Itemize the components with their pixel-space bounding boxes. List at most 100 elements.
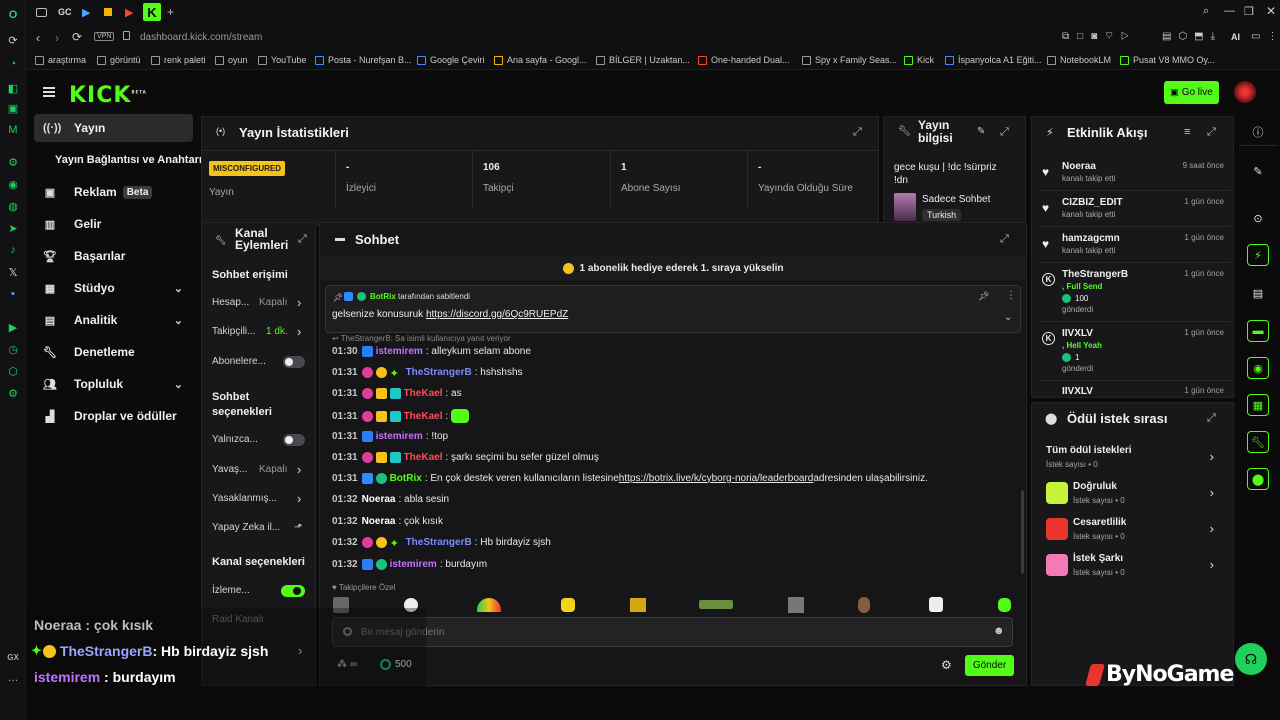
sidebar-item-reklam[interactable]: ▣ Reklam Beta bbox=[34, 178, 193, 206]
emote-only-toggle[interactable] bbox=[283, 434, 305, 446]
emote-5-icon[interactable] bbox=[630, 598, 646, 612]
tab-gc[interactable]: GC bbox=[58, 7, 72, 17]
emote-6-icon[interactable] bbox=[699, 600, 733, 609]
expand-icon[interactable]: ⤢ bbox=[1207, 412, 1218, 424]
ai-button[interactable]: AI bbox=[1231, 32, 1240, 42]
message-user[interactable]: istemirem bbox=[390, 559, 437, 570]
emote-4-icon[interactable] bbox=[561, 598, 575, 612]
bookmark-12[interactable]: İspanyolca A1 Eğiti... bbox=[945, 50, 1042, 70]
bookmark-6[interactable]: Google Çeviri bbox=[417, 50, 485, 70]
emoji-icon[interactable]: ☻ bbox=[993, 625, 1005, 637]
close-window-icon[interactable]: ✕ bbox=[1266, 4, 1276, 18]
rewards-icon[interactable]: ⬤ bbox=[1247, 468, 1269, 490]
lightning-icon[interactable]: ⚡︎ bbox=[1247, 244, 1269, 266]
gift-banner[interactable]: 1 abonelik hediye ederek 1. sıraya yükse… bbox=[320, 256, 1026, 280]
pinned-link[interactable]: https://discord.gg/6Qc9RUEPdZ bbox=[426, 309, 568, 320]
message-user[interactable]: BotRix bbox=[390, 473, 422, 484]
chat-scrollbar[interactable] bbox=[1021, 490, 1024, 574]
reload-icon[interactable]: ⟳ bbox=[72, 30, 82, 44]
send-button[interactable]: Gönder bbox=[965, 655, 1014, 676]
bookmark-14[interactable]: Pusat V8 MMO Oy... bbox=[1120, 50, 1215, 70]
message-user[interactable]: Noeraa bbox=[362, 516, 396, 527]
broadcast-icon[interactable]: ◉ bbox=[1247, 357, 1269, 379]
notes-icon[interactable]: ▤ bbox=[1247, 282, 1269, 304]
reward-dogruluk[interactable]: Doğruluk İstek sayısı • 0 › bbox=[1046, 479, 1222, 509]
tab-kick-active[interactable]: K bbox=[143, 3, 161, 21]
pinboard-icon[interactable]: ◧ bbox=[6, 81, 20, 95]
tiktok-icon[interactable]: ♪ bbox=[6, 243, 20, 257]
sidebar-item-denetleme[interactable]: 🔧︎ Denetleme bbox=[34, 338, 193, 366]
expand-icon[interactable]: ⤢ bbox=[298, 233, 309, 245]
reward-istek-sarki[interactable]: İstek Şarkı İstek sayısı • 0 › bbox=[1046, 551, 1222, 581]
discord-icon[interactable]: ◍ bbox=[6, 199, 20, 213]
chat-icon[interactable]: ▬ bbox=[1247, 320, 1269, 342]
whatsapp-icon[interactable]: ◉ bbox=[6, 177, 20, 191]
activity-user[interactable]: Noeraa bbox=[1062, 161, 1096, 172]
history-icon[interactable]: ◷ bbox=[6, 342, 20, 356]
expand-icon[interactable]: ⤢ bbox=[853, 126, 864, 138]
unpin-icon[interactable]: 📌︎ bbox=[978, 291, 989, 302]
activity-user[interactable]: TheStrangerB bbox=[1062, 269, 1128, 280]
bookmark-0[interactable]: araştırma bbox=[35, 50, 86, 70]
sidebar-item-topluluk[interactable]: 👥︎ Topluluk ⌄ bbox=[34, 370, 193, 398]
support-headset-icon[interactable]: ☊ bbox=[1235, 643, 1267, 675]
message-user[interactable]: TheKael bbox=[404, 411, 443, 422]
restore-icon[interactable]: ❐ bbox=[1244, 5, 1254, 18]
message-link[interactable]: https://botrix.live/k/cyborg-noria/leade… bbox=[619, 473, 814, 484]
bookmark-8[interactable]: BİLGER | Uzaktan... bbox=[596, 50, 690, 70]
vpn-badge[interactable]: VPN bbox=[94, 32, 115, 41]
tabs-icon[interactable] bbox=[36, 8, 47, 17]
gx-corner-icon[interactable]: ▣ bbox=[6, 101, 20, 115]
more-icon[interactable]: … bbox=[6, 671, 20, 685]
telegram-icon[interactable]: ➤ bbox=[6, 221, 20, 235]
bookmark-9[interactable]: One-handed Dual... bbox=[698, 50, 790, 70]
sidebar-item-studyo[interactable]: ▦ Stüdyo ⌄ bbox=[34, 274, 193, 302]
filter-icon[interactable]: ≡ bbox=[1184, 126, 1190, 138]
activity-user[interactable]: CIZBIZ_EDIT bbox=[1062, 197, 1123, 208]
settings-icon[interactable]: ⚙ bbox=[6, 155, 20, 169]
slow-mode-setting[interactable]: Yavaş... Kapalı › bbox=[212, 462, 308, 477]
activity-user[interactable]: IIVXLV bbox=[1062, 386, 1093, 396]
message-user[interactable]: TheKael bbox=[404, 388, 443, 399]
toolbar-icons[interactable]: ⧉□◙♡▷ bbox=[1062, 31, 1137, 42]
camera-icon[interactable]: ⊙ bbox=[1247, 207, 1269, 229]
gear-icon[interactable]: ⚙ bbox=[941, 658, 952, 672]
edit-icon[interactable]: ✎ bbox=[1247, 160, 1269, 182]
emote-7-icon[interactable] bbox=[788, 597, 804, 613]
category-name[interactable]: Sadece Sohbet bbox=[922, 194, 990, 205]
chevron-down-icon[interactable]: ⌄ bbox=[1004, 312, 1012, 323]
account-age-setting[interactable]: Hesap... Kapalı › bbox=[212, 295, 308, 310]
emote-9-icon[interactable] bbox=[929, 597, 943, 612]
menu-icons[interactable]: ▭⋮ bbox=[1251, 31, 1280, 42]
chat-message-input[interactable] bbox=[361, 624, 981, 640]
search-icon[interactable]: ⌕ bbox=[1203, 5, 1209, 18]
sidebar-item-droplar[interactable]: ▟ Droplar ve ödüller bbox=[34, 402, 193, 430]
bookmark-2[interactable]: renk paleti bbox=[151, 50, 206, 70]
extension-icons[interactable]: ▤⬡⬒⤓ bbox=[1162, 31, 1222, 42]
sidebar-item-yayin[interactable]: ((·)) Yayın bbox=[34, 114, 193, 142]
more-options-icon[interactable]: ⋮ bbox=[1006, 290, 1016, 301]
minimize-icon[interactable]: — bbox=[1224, 5, 1235, 17]
new-tab-icon[interactable]: + bbox=[167, 5, 174, 19]
sidebar-item-stream-key[interactable]: Yayın Bağlantısı ve Anahtarı bbox=[34, 146, 204, 174]
message-user[interactable]: istemirem bbox=[376, 431, 423, 442]
message-user[interactable]: istemirem bbox=[376, 346, 423, 357]
tab-sheets-icon[interactable] bbox=[104, 8, 112, 16]
subscribers-toggle[interactable] bbox=[283, 356, 305, 368]
message-user[interactable]: Noeraa bbox=[362, 494, 396, 505]
bookmark-10[interactable]: Spy x Family Seas... bbox=[802, 50, 897, 70]
users-icon[interactable]: ▦ bbox=[1247, 394, 1269, 416]
emote-8-icon[interactable] bbox=[858, 597, 870, 613]
tab-play-icon[interactable]: ▶ bbox=[82, 6, 90, 19]
message-user[interactable]: TheStrangerB bbox=[406, 367, 472, 378]
speed-dial-icon[interactable]: ◔ bbox=[6, 57, 20, 71]
go-live-button[interactable]: ▣ Go live bbox=[1164, 81, 1219, 104]
info-icon[interactable]: ⓘ bbox=[1247, 121, 1269, 143]
tab-media-icon[interactable]: ▶ bbox=[125, 6, 133, 19]
sidebar-item-basarilar[interactable]: 🏆︎ Başarılar bbox=[34, 242, 193, 270]
m-icon[interactable]: M bbox=[6, 123, 20, 137]
expand-icon[interactable]: ⤢ bbox=[1207, 126, 1218, 138]
sidebar-item-analitik[interactable]: ▤ Analitik ⌄ bbox=[34, 306, 193, 334]
bookmark-13[interactable]: NotebookLM bbox=[1047, 50, 1111, 70]
banned-words-setting[interactable]: Yasaklanmış... › bbox=[212, 491, 308, 506]
